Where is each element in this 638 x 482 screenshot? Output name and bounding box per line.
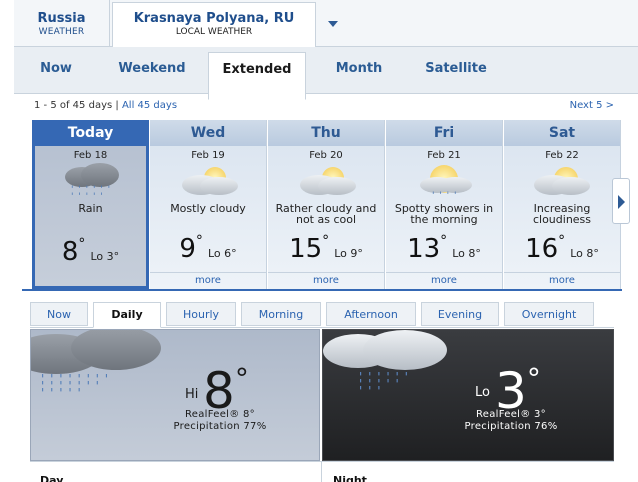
rain-cloud-icon: ' ' ' ' ' ' ' ' ' ' ' — [35, 163, 146, 203]
day-name: Sat — [504, 120, 620, 146]
more-link[interactable]: more — [268, 272, 384, 286]
tab-extended[interactable]: Extended — [208, 52, 306, 100]
day-description: Increasing cloudiness — [532, 202, 592, 226]
day-date: Feb 19 — [191, 150, 225, 161]
more-link[interactable]: more — [504, 272, 620, 286]
mostly-cloudy-icon — [268, 163, 384, 203]
day-name: Fri — [386, 120, 502, 146]
night-conditions: RealFeel® 3° Precipitation 76% — [451, 409, 571, 433]
night-low-label: Lo — [475, 385, 490, 400]
tab-now[interactable]: Now — [24, 47, 88, 93]
current-location-title: Krasnaya Polyana, RU — [133, 11, 295, 26]
next-days-link[interactable]: Next 5 > — [570, 100, 614, 111]
night-realfeel: RealFeel® 3° — [476, 409, 546, 420]
day-card-wed[interactable]: Wed Feb 19 Mostly cloudy 9° Lo 6° more — [150, 120, 267, 289]
day-conditions: RealFeel® 8° Precipitation 77% — [155, 409, 285, 433]
day-card-sat[interactable]: Sat Feb 22 Increasing cloudiness 16° Lo … — [504, 120, 621, 289]
day-low: Lo 9° — [334, 247, 363, 260]
detail-tabs: Now Daily Hourly Morning Afternoon Eveni… — [30, 302, 614, 328]
tab-hourly[interactable]: Hourly — [166, 302, 236, 326]
next-days-arrow-icon[interactable] — [612, 178, 630, 224]
day-description: Mostly cloudy — [170, 202, 246, 215]
main-tabs: Now Weekend Extended Month Satellite — [14, 47, 638, 100]
tab-afternoon[interactable]: Afternoon — [326, 302, 416, 326]
day-name: Thu — [268, 120, 384, 146]
day-low: Lo 3° — [90, 250, 120, 263]
day-range-info: 1 - 5 of 45 days | All 45 days — [34, 100, 177, 111]
night-low-temp: 3° — [495, 362, 541, 420]
region-weather-link[interactable]: Russia WEATHER — [14, 0, 110, 47]
current-location-subtitle: LOCAL WEATHER — [175, 27, 253, 37]
day-high: 9 — [179, 234, 196, 264]
day-high-label: Hi — [185, 387, 199, 402]
day-high: 8 — [61, 237, 79, 267]
mostly-cloudy-icon — [150, 163, 266, 203]
location-dropdown-chevron-down-icon[interactable] — [318, 4, 348, 44]
day-high: 16 — [525, 234, 559, 264]
day-name: Today — [32, 120, 149, 146]
day-realfeel: RealFeel® 8° — [185, 409, 255, 420]
day-card-thu[interactable]: Thu Feb 20 Rather cloudy and not as cool… — [268, 120, 385, 289]
sun-shower-icon: ' ' ' ' — [386, 163, 502, 203]
more-link[interactable]: more — [150, 272, 266, 286]
day-date: Feb 22 — [545, 150, 579, 161]
night-label: Night — [333, 474, 367, 482]
location-bar: Russia WEATHER Krasnaya Polyana, RU LOCA… — [14, 0, 638, 48]
day-range-text: 1 - 5 of 45 days — [34, 100, 113, 111]
tab-morning[interactable]: Morning — [241, 302, 321, 326]
range-separator: | — [115, 100, 119, 111]
current-location-tab[interactable]: Krasnaya Polyana, RU LOCAL WEATHER — [112, 2, 316, 48]
day-low: Lo 6° — [207, 247, 237, 260]
day-low: Lo 8° — [570, 247, 599, 260]
region-subtitle: WEATHER — [38, 27, 85, 37]
day-low: Lo 8° — [452, 247, 481, 260]
day-temps: 13° Lo 8° — [407, 233, 481, 264]
day-high: 13 — [407, 234, 441, 264]
tab-satellite[interactable]: Satellite — [410, 47, 502, 93]
day-description: Rain — [78, 202, 103, 215]
more-link[interactable]: more — [386, 272, 502, 286]
strip-divider — [22, 289, 622, 291]
day-temps: 16° Lo 8° — [525, 233, 599, 264]
tab-overnight[interactable]: Overnight — [504, 302, 594, 326]
night-precipitation: Precipitation 76% — [464, 421, 558, 432]
tab-detail-now[interactable]: Now — [30, 302, 88, 326]
region-title: Russia — [37, 11, 86, 26]
day-temps: 8° Lo 3° — [61, 236, 120, 267]
day-temps: 9° Lo 6° — [179, 233, 237, 264]
night-detail-panel: ' ' ' ' ' ' ' ' ' ' ' ' ' ' Lo 3° RealFeel… — [322, 329, 614, 461]
day-date: Feb 18 — [73, 150, 108, 161]
day-detail-panel: ' ' ' ' ' ' ' ' ' ' ' ' ' ' ' ' ' ' ' ' Hi… — [30, 329, 320, 461]
day-name: Wed — [150, 120, 266, 146]
day-card-today[interactable]: Today Feb 18 ' ' ' ' ' ' ' ' ' ' ' Rain 8… — [32, 120, 149, 289]
day-high: 15 — [289, 234, 323, 264]
tab-weekend[interactable]: Weekend — [106, 47, 198, 93]
footer-divider — [321, 462, 322, 482]
detail-footer: Day Night — [30, 461, 614, 482]
tab-evening[interactable]: Evening — [421, 302, 499, 326]
tab-month[interactable]: Month — [320, 47, 398, 93]
partly-cloudy-icon — [504, 163, 620, 203]
day-date: Feb 21 — [427, 150, 461, 161]
day-description: Spotty showers in the morning — [394, 202, 494, 226]
day-precipitation: Precipitation 77% — [173, 421, 267, 432]
day-high-temp: 8° — [203, 362, 249, 420]
day-label: Day — [40, 474, 64, 482]
tab-daily[interactable]: Daily — [93, 302, 161, 328]
day-description: Rather cloudy and not as cool — [275, 202, 377, 226]
day-card-fri[interactable]: Fri Feb 21 ' ' ' ' Spotty showers in the… — [386, 120, 503, 289]
day-date: Feb 20 — [309, 150, 343, 161]
day-temps: 15° Lo 9° — [289, 233, 363, 264]
forecast-strip: Today Feb 18 ' ' ' ' ' ' ' ' ' ' ' Rain 8… — [32, 120, 622, 289]
all-days-link[interactable]: All 45 days — [122, 100, 177, 111]
